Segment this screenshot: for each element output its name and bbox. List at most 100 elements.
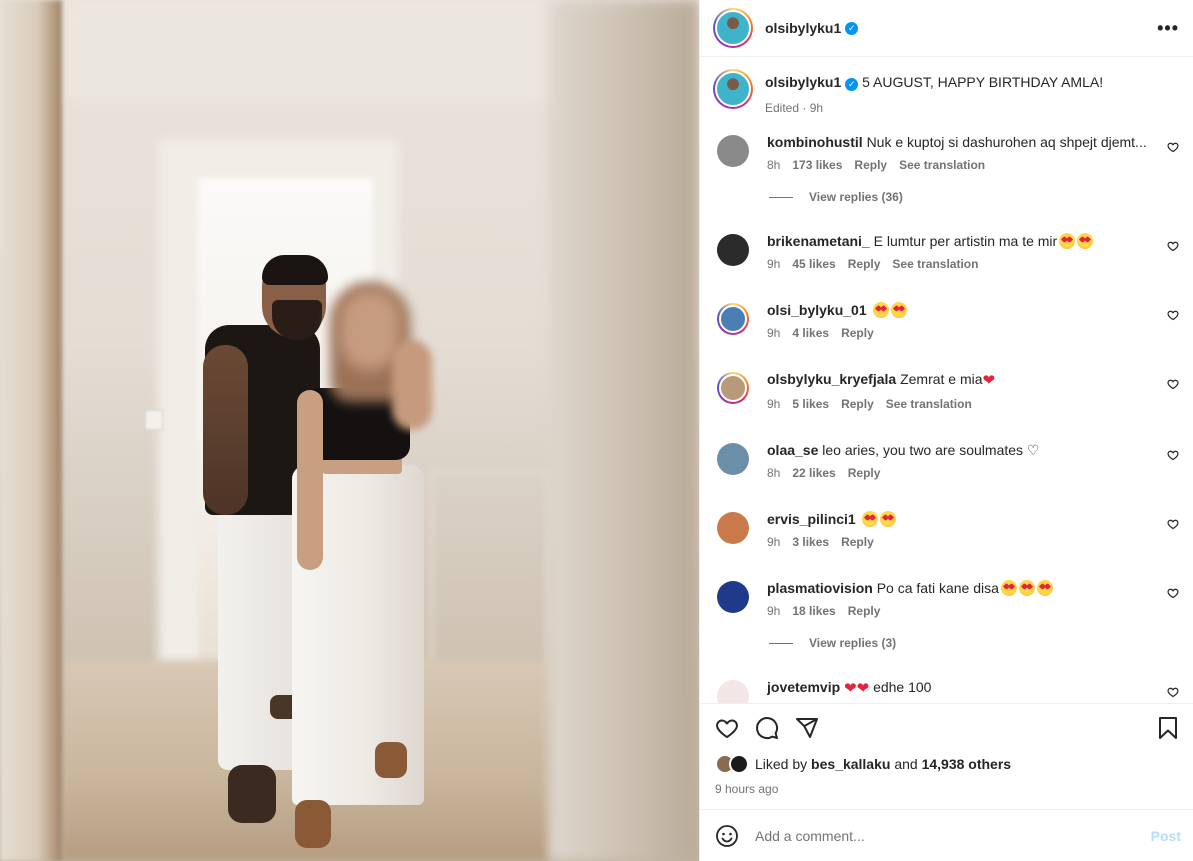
comment-username[interactable]: plasmatiovision <box>767 580 873 596</box>
comment-text: E lumtur per artistin ma te mir <box>873 233 1058 249</box>
star-struck-emoji <box>1000 580 1017 596</box>
post-side-panel: olsibylyku1 ✓ ••• olsibylyku1 ✓ 5 AUGUST,… <box>699 0 1193 861</box>
comment-username[interactable]: olaa_se <box>767 442 818 458</box>
comment-username[interactable]: brikenametani_ <box>767 233 870 249</box>
comment-time[interactable]: 9h <box>767 535 780 549</box>
share-icon[interactable] <box>795 716 819 740</box>
comment-reply-button[interactable]: Reply <box>841 535 874 549</box>
photo-man-hair <box>262 255 328 285</box>
view-replies-button[interactable]: View replies (3) <box>769 636 1179 650</box>
comment-row: olsi_bylyku_01 9h 4 likes Reply <box>713 301 1179 340</box>
comment-like-heart-icon[interactable] <box>1167 587 1179 599</box>
comment-like-heart-icon[interactable] <box>1167 686 1179 698</box>
post-photo[interactable] <box>0 0 699 861</box>
photo-woman-raised-arm <box>392 340 432 430</box>
caption-avatar[interactable] <box>713 69 753 109</box>
caption-meta: Edited · 9h <box>765 101 824 115</box>
comment-username[interactable]: olsbylyku_kryefjala <box>767 371 896 387</box>
comment-time[interactable]: 9h <box>767 257 780 271</box>
comment-username[interactable]: kombinohustil <box>767 134 863 150</box>
caption-text: 5 AUGUST, HAPPY BIRTHDAY AMLA! <box>862 74 1104 90</box>
comment-username[interactable]: olsi_bylyku_01 <box>767 302 867 318</box>
comment-likes[interactable]: 22 likes <box>792 466 835 480</box>
photo-woman-sandal <box>295 800 331 848</box>
comment-username[interactable]: jovetemvip <box>767 679 840 695</box>
photo-man-arm <box>203 345 248 515</box>
see-translation-button[interactable]: See translation <box>892 257 978 271</box>
comment-reply-button[interactable]: Reply <box>848 604 881 618</box>
comment-like-heart-icon[interactable] <box>1167 378 1179 390</box>
comments-list[interactable]: olsibylyku1 ✓ 5 AUGUST, HAPPY BIRTHDAY AM… <box>700 57 1193 703</box>
comment-time[interactable]: 9h <box>767 604 780 618</box>
comment-row: kombinohustil Nuk e kuptoj si dashurohen… <box>713 133 1179 172</box>
view-replies-button[interactable]: View replies (36) <box>769 190 1179 204</box>
liked-by-user[interactable]: bes_kallaku <box>811 756 890 772</box>
comment-text: Zemrat e mia <box>900 371 983 387</box>
comment-time[interactable]: 8h <box>767 158 780 172</box>
comment-time[interactable]: 8h <box>767 466 780 480</box>
commenter-avatar[interactable] <box>717 234 749 266</box>
comment-input[interactable] <box>755 827 1151 844</box>
comment-reply-button[interactable]: Reply <box>848 257 881 271</box>
comment-reply-button[interactable]: Reply <box>848 466 881 480</box>
comment-icon[interactable] <box>755 716 779 740</box>
add-comment-bar: Post <box>700 809 1193 861</box>
photo-light-switch <box>145 410 163 430</box>
comment-likes[interactable]: 45 likes <box>792 257 835 271</box>
comment-reply-button[interactable]: Reply <box>841 397 874 411</box>
post-timestamp[interactable]: 9 hours ago <box>715 782 1179 796</box>
commenter-avatar[interactable] <box>717 135 749 167</box>
comment-like-heart-icon[interactable] <box>1167 141 1179 153</box>
comment-text: Nuk e kuptoj si dashurohen aq shpejt dje… <box>866 134 1147 150</box>
comment-like-heart-icon[interactable] <box>1167 449 1179 461</box>
red-heart-emoji: ❤ <box>982 372 996 389</box>
comment-row: olaa_se leo aries, you two are soulmates… <box>713 441 1179 480</box>
photo-woman-arm <box>297 390 323 570</box>
photo-woman-face-blurred <box>340 290 400 370</box>
post-actions: Liked by bes_kallaku and 14,938 others 9… <box>700 703 1193 809</box>
more-options-icon[interactable]: ••• <box>1157 18 1179 39</box>
commenter-avatar[interactable] <box>717 443 749 475</box>
verified-badge-icon: ✓ <box>845 21 859 35</box>
post-comment-button[interactable]: Post <box>1151 828 1181 844</box>
bookmark-icon[interactable] <box>1157 716 1179 740</box>
photo-mirror-frame-left <box>0 0 62 861</box>
caption-username[interactable]: olsibylyku1 <box>765 74 841 90</box>
commenter-avatar[interactable] <box>717 303 749 335</box>
comment-likes[interactable]: 4 likes <box>792 326 829 340</box>
commenter-avatar[interactable] <box>717 372 749 404</box>
author-username[interactable]: olsibylyku1 <box>765 20 841 36</box>
post-caption: olsibylyku1 ✓ 5 AUGUST, HAPPY BIRTHDAY AM… <box>713 69 1179 115</box>
star-struck-emoji <box>872 302 889 318</box>
author-avatar[interactable] <box>713 8 753 48</box>
photo-mirror-edge-right <box>549 0 699 861</box>
comment-time[interactable]: 9h <box>767 326 780 340</box>
photo-man-shoe <box>228 765 276 823</box>
comment-likes[interactable]: 3 likes <box>792 535 829 549</box>
star-struck-emoji <box>1077 233 1094 249</box>
comment-reply-button[interactable]: Reply <box>841 326 874 340</box>
liked-by-others[interactable]: 14,938 others <box>922 756 1012 772</box>
see-translation-button[interactable]: See translation <box>886 397 972 411</box>
comment-username[interactable]: ervis_pilinci1 <box>767 511 856 527</box>
comment-text: edhe 100 <box>873 679 932 695</box>
likers-avatars[interactable] <box>715 754 751 774</box>
comment-likes[interactable]: 18 likes <box>792 604 835 618</box>
comment-likes[interactable]: 173 likes <box>792 158 842 172</box>
commenter-avatar[interactable] <box>717 680 749 703</box>
comment-reply-button[interactable]: Reply <box>854 158 887 172</box>
comment-text: leo aries, you two are soulmates ♡ <box>822 442 1040 458</box>
comment-like-heart-icon[interactable] <box>1167 309 1179 321</box>
comment-time[interactable]: 9h <box>767 397 780 411</box>
see-translation-button[interactable]: See translation <box>899 158 985 172</box>
commenter-avatar[interactable] <box>717 512 749 544</box>
verified-badge-icon: ✓ <box>845 78 859 91</box>
commenter-avatar[interactable] <box>717 581 749 613</box>
comment-like-heart-icon[interactable] <box>1167 518 1179 530</box>
comment-like-heart-icon[interactable] <box>1167 240 1179 252</box>
comment-likes[interactable]: 5 likes <box>792 397 829 411</box>
emoji-icon[interactable] <box>715 824 739 848</box>
heart-icon[interactable] <box>715 716 739 740</box>
star-struck-emoji <box>879 511 896 527</box>
red-heart-emoji: ❤ <box>844 680 857 697</box>
